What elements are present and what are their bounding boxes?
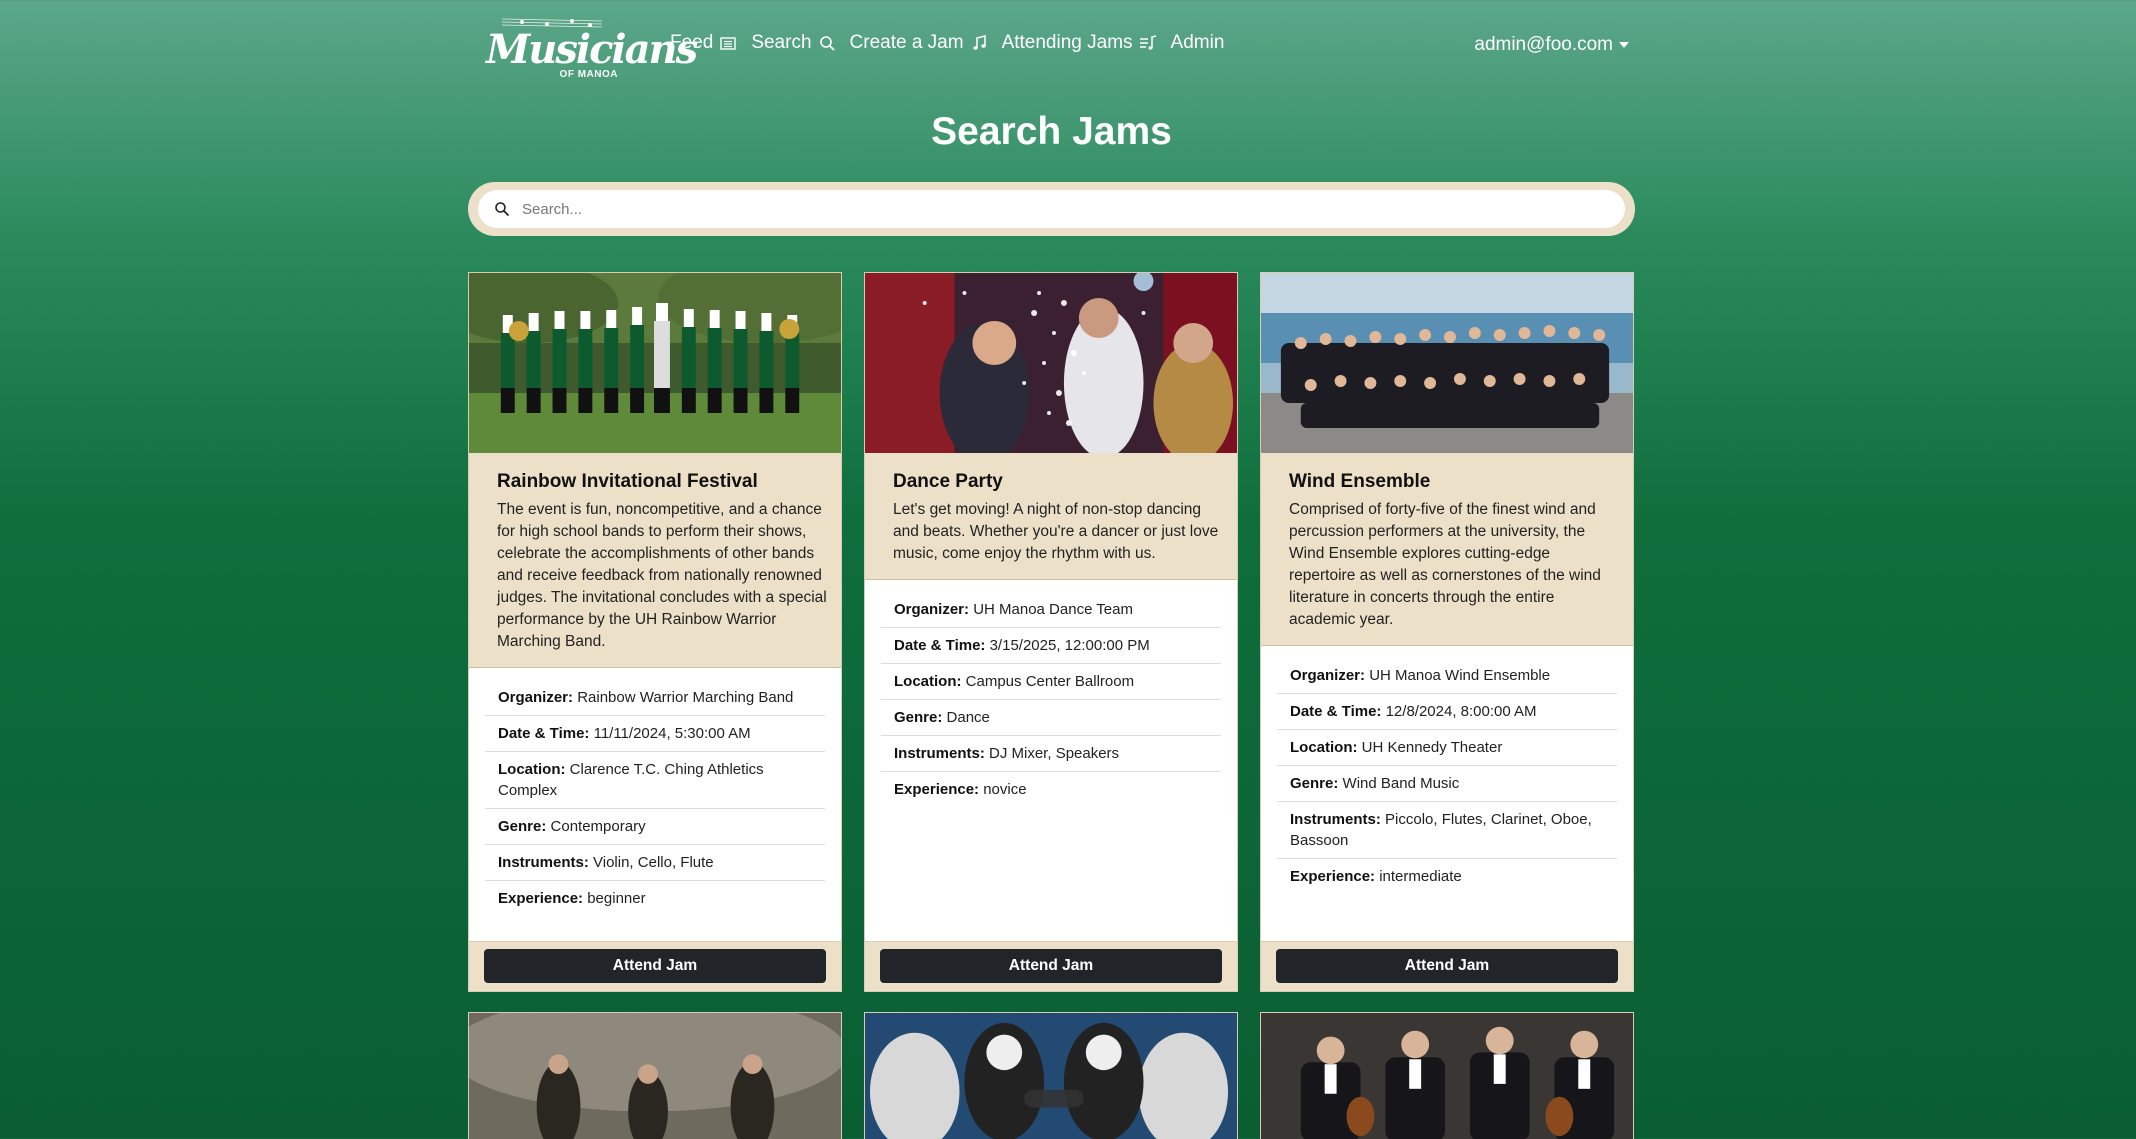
logo-text: Musicians — [486, 26, 698, 73]
jam-card-partial — [1260, 1012, 1634, 1139]
attend-jam-button[interactable]: Attend Jam — [484, 949, 826, 983]
jam-title: Dance Party — [893, 471, 1003, 492]
jam-datetime: Date & Time: 12/8/2024, 8:00:00 AM — [1277, 694, 1617, 730]
user-email: admin@foo.com — [1474, 34, 1613, 55]
logo-subtext: OF MANOA — [559, 69, 618, 80]
search-box[interactable] — [478, 190, 1625, 228]
jam-image-wind-ensemble — [1261, 273, 1633, 453]
jam-instruments: Instruments: DJ Mixer, Speakers — [881, 736, 1221, 772]
jam-image-dance-party — [865, 273, 1237, 453]
jam-genre: Genre: Wind Band Music — [1277, 766, 1617, 802]
jam-card-partial — [468, 1012, 842, 1139]
search-input[interactable] — [522, 200, 1422, 218]
jam-location: Location: Clarence T.C. Ching Athletics … — [485, 752, 825, 809]
jam-card: Dance Party Let's get moving! A night of… — [864, 272, 1238, 992]
jam-details: Organizer: UH Manoa Dance Team Date & Ti… — [865, 580, 1237, 807]
jam-image-dancers — [469, 1013, 841, 1139]
attend-jam-button[interactable]: Attend Jam — [880, 949, 1222, 983]
search-bar — [468, 182, 1635, 236]
jam-card-header: Dance Party Let's get moving! A night of… — [865, 453, 1237, 580]
nav-feed-label: Feed — [670, 32, 714, 53]
navbar: Musicians OF MANOA Feed Search Create a … — [468, 0, 1635, 92]
jam-experience: Experience: intermediate — [1290, 868, 1462, 885]
jam-experience: Experience: beginner — [498, 890, 646, 907]
nav-search-label: Search — [751, 32, 812, 53]
nav-admin-label: Admin — [1170, 32, 1225, 53]
page-container: Musicians OF MANOA Feed Search Create a … — [468, 0, 1635, 1139]
brand-logo[interactable]: Musicians OF MANOA — [486, 14, 698, 80]
jam-organizer: Organizer: Rainbow Warrior Marching Band — [485, 680, 825, 716]
jam-card: Rainbow Invitational Festival The event … — [468, 272, 842, 992]
nav-attending-jams-label: Attending Jams — [1001, 32, 1133, 53]
jam-card-footer: Attend Jam — [865, 941, 1237, 991]
jam-location: Location: UH Kennedy Theater — [1277, 730, 1617, 766]
jam-organizer: Organizer: UH Manoa Dance Team — [881, 592, 1221, 628]
jam-card-footer: Attend Jam — [469, 941, 841, 991]
jam-genre: Genre: Dance — [881, 700, 1221, 736]
newspaper-icon — [720, 37, 737, 50]
jam-experience: Experience: novice — [894, 781, 1027, 798]
nav-create-jam[interactable]: Create a Jam — [850, 32, 988, 54]
nav-admin[interactable]: Admin — [1171, 32, 1225, 54]
jam-card-footer: Attend Jam — [1261, 941, 1633, 991]
music-note-icon — [972, 35, 986, 50]
page-title: Search Jams — [931, 110, 1172, 153]
attend-jam-button[interactable]: Attend Jam — [1276, 949, 1618, 983]
jam-card-partial — [864, 1012, 1238, 1139]
user-dropdown[interactable]: admin@foo.com — [1474, 34, 1629, 56]
jam-card-header: Wind Ensemble Comprised of forty-five of… — [1261, 453, 1633, 646]
jam-details: Organizer: Rainbow Warrior Marching Band… — [469, 668, 841, 916]
search-icon — [495, 202, 510, 217]
jam-instruments: Instruments: Violin, Cello, Flute — [485, 845, 825, 881]
search-icon — [819, 36, 835, 51]
jam-details: Organizer: UH Manoa Wind Ensemble Date &… — [1261, 646, 1633, 894]
jam-description: Comprised of forty-five of the finest wi… — [1289, 501, 1601, 628]
music-list-icon — [1139, 35, 1156, 50]
jam-title: Rainbow Invitational Festival — [497, 471, 758, 492]
jam-instruments: Instruments: Piccolo, Flutes, Clarinet, … — [1277, 802, 1617, 859]
nav-feed[interactable]: Feed — [670, 32, 737, 54]
nav-create-jam-label: Create a Jam — [849, 32, 964, 53]
jam-card: Wind Ensemble Comprised of forty-five of… — [1260, 272, 1634, 992]
nav-attending-jams[interactable]: Attending Jams — [1002, 32, 1157, 54]
jam-datetime: Date & Time: 3/15/2025, 12:00:00 PM — [881, 628, 1221, 664]
jam-genre: Genre: Contemporary — [485, 809, 825, 845]
jam-location: Location: Campus Center Ballroom — [881, 664, 1221, 700]
nav-search[interactable]: Search — [751, 32, 835, 54]
jam-card-header: Rainbow Invitational Festival The event … — [469, 453, 841, 668]
jam-image-marching-band — [469, 273, 841, 453]
jam-organizer: Organizer: UH Manoa Wind Ensemble — [1277, 658, 1617, 694]
jam-description: The event is fun, noncompetitive, and a … — [497, 501, 827, 650]
caret-down-icon — [1619, 42, 1629, 48]
jam-datetime: Date & Time: 11/11/2024, 5:30:00 AM — [485, 716, 825, 752]
nav-links: Feed Search Create a Jam Attending Jams … — [670, 32, 1238, 54]
jam-description: Let's get moving! A night of non-stop da… — [893, 501, 1219, 562]
jam-image-pop-artists — [865, 1013, 1237, 1139]
jam-title: Wind Ensemble — [1289, 471, 1431, 492]
jam-image-string-quartet — [1261, 1013, 1633, 1139]
